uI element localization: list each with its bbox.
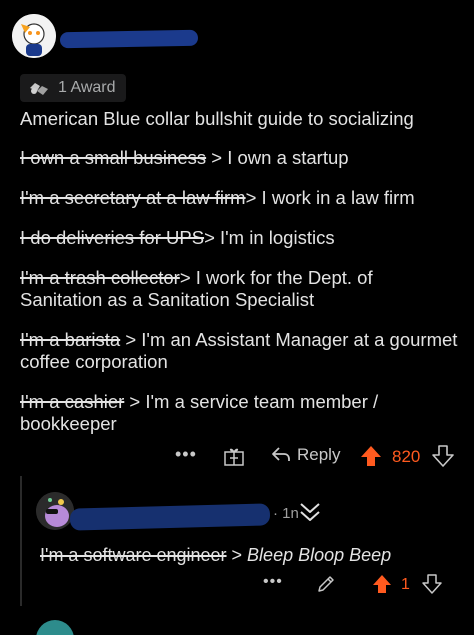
reply-avatar[interactable] bbox=[36, 492, 74, 530]
reply-downvote-icon[interactable] bbox=[422, 574, 442, 594]
comment-title: American Blue collar bullshit guide to s… bbox=[20, 108, 414, 129]
award-label: 1 Award bbox=[58, 79, 116, 96]
reply-arrow-icon bbox=[272, 447, 290, 461]
gift-award-icon[interactable] bbox=[223, 445, 245, 467]
award-badge[interactable]: 1 Award bbox=[20, 74, 126, 102]
comment-line: I'm a cashier > I'm a service team membe… bbox=[20, 391, 379, 434]
next-comment-avatar[interactable] bbox=[36, 620, 74, 635]
comment-body: American Blue collar bullshit guide to s… bbox=[20, 108, 460, 453]
reply-body: I'm a software engineer > Bleep Bloop Be… bbox=[40, 545, 392, 565]
award-icon bbox=[30, 83, 48, 95]
redacted-username bbox=[59, 29, 199, 49]
pencil-icon[interactable] bbox=[316, 574, 336, 594]
reply-timestamp: · 1n bbox=[273, 505, 299, 522]
comment-line: I do deliveries for UPS> I'm in logistic… bbox=[20, 227, 335, 248]
thread-line[interactable] bbox=[20, 476, 22, 606]
downvote-icon[interactable] bbox=[432, 445, 454, 467]
comment-line: I'm a secretary at a law firm> I work in… bbox=[20, 187, 415, 208]
vote-score: 820 bbox=[392, 447, 421, 466]
reply-label: Reply bbox=[297, 445, 341, 464]
reply-more-options-button[interactable]: ••• bbox=[263, 573, 283, 591]
collapse-icon[interactable] bbox=[298, 500, 322, 524]
avatar[interactable] bbox=[12, 14, 56, 58]
comment-line: I'm a barista > I'm an Assistant Manager… bbox=[20, 329, 458, 372]
reply-vote-score: 1 bbox=[401, 576, 410, 593]
reply-button[interactable]: Reply bbox=[271, 445, 340, 465]
redacted-username bbox=[69, 503, 271, 531]
comment-line: I'm a trash collector> I work for the De… bbox=[20, 267, 373, 310]
upvote-icon[interactable] bbox=[360, 445, 382, 467]
more-options-button[interactable]: ••• bbox=[175, 444, 197, 465]
comment-line: I own a small business > I own a startup bbox=[20, 147, 349, 168]
reply-upvote-icon[interactable] bbox=[372, 574, 392, 594]
